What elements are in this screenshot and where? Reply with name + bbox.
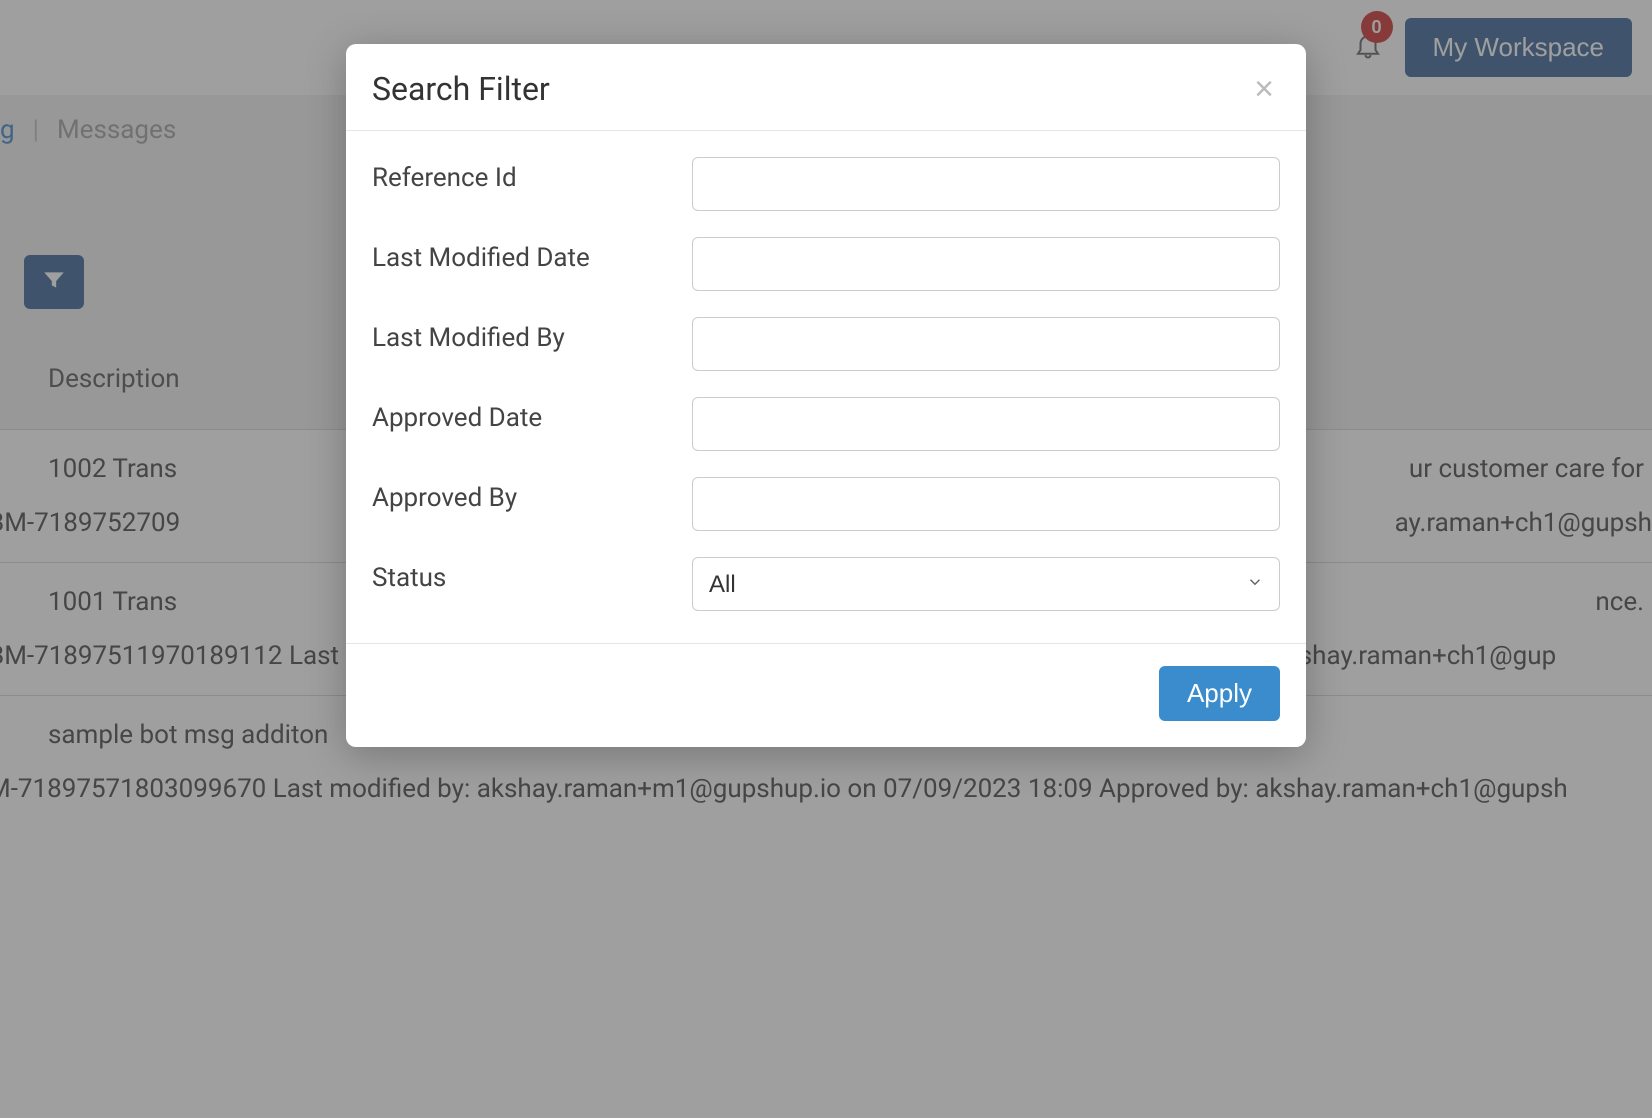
approved-date-input[interactable]	[692, 397, 1280, 451]
modal-overlay: Search Filter × Reference Id Last Modifi…	[0, 0, 1652, 1118]
label-approved-date: Approved Date	[372, 397, 692, 433]
label-status: Status	[372, 557, 692, 593]
apply-button[interactable]: Apply	[1159, 666, 1280, 721]
last-modified-by-input[interactable]	[692, 317, 1280, 371]
modal-header: Search Filter ×	[346, 44, 1306, 131]
reference-id-input[interactable]	[692, 157, 1280, 211]
label-approved-by: Approved By	[372, 477, 692, 513]
modal-close-button[interactable]: ×	[1248, 72, 1280, 106]
modal-footer: Apply	[346, 643, 1306, 747]
status-select[interactable]: All	[692, 557, 1280, 611]
label-reference-id: Reference Id	[372, 157, 692, 193]
label-last-modified-date: Last Modified Date	[372, 237, 692, 273]
last-modified-date-input[interactable]	[692, 237, 1280, 291]
modal-title: Search Filter	[372, 70, 550, 108]
close-icon: ×	[1254, 70, 1274, 108]
approved-by-input[interactable]	[692, 477, 1280, 531]
search-filter-modal: Search Filter × Reference Id Last Modifi…	[346, 44, 1306, 747]
modal-body: Reference Id Last Modified Date Last Mod…	[346, 131, 1306, 643]
label-last-modified-by: Last Modified By	[372, 317, 692, 353]
